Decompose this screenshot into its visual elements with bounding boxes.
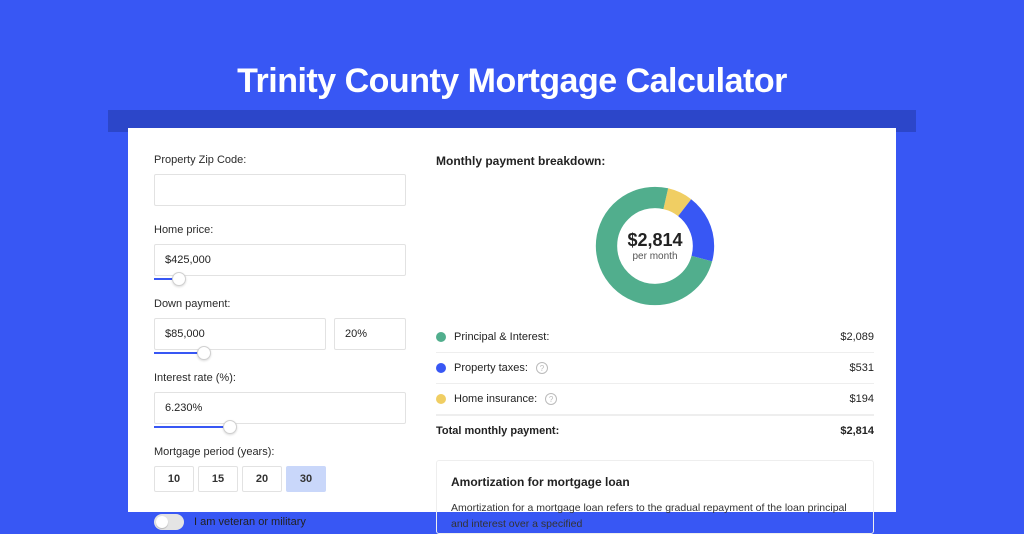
rate-group: Interest rate (%): (154, 372, 406, 428)
price-label: Home price: (154, 224, 406, 236)
breakdown-value-tax: $531 (850, 362, 874, 374)
veteran-toggle[interactable] (154, 514, 184, 530)
breakdown-label-tax: Property taxes: (454, 362, 528, 374)
price-input[interactable] (154, 244, 406, 276)
rate-slider-thumb[interactable] (223, 420, 237, 434)
breakdown-value-ins: $194 (850, 393, 874, 405)
down-amount-input[interactable] (154, 318, 326, 350)
period-label: Mortgage period (years): (154, 446, 406, 458)
period-group: Mortgage period (years): 10152030 (154, 446, 406, 492)
info-icon[interactable]: ? (536, 362, 548, 374)
down-slider-thumb[interactable] (197, 346, 211, 360)
breakdown-label-ins: Home insurance: (454, 393, 537, 405)
rate-label: Interest rate (%): (154, 372, 406, 384)
rate-slider[interactable] (154, 426, 406, 428)
legend-dot-ins (436, 394, 446, 404)
period-option-30[interactable]: 30 (286, 466, 326, 492)
amortization-card: Amortization for mortgage loan Amortizat… (436, 460, 874, 534)
page-title: Trinity County Mortgage Calculator (0, 0, 1024, 101)
breakdown-row-tax: Property taxes:? $531 (436, 353, 874, 384)
breakdown-panel: Monthly payment breakdown: $2,814 per mo… (436, 154, 874, 512)
price-slider-thumb[interactable] (172, 272, 186, 286)
price-group: Home price: (154, 224, 406, 280)
veteran-label: I am veteran or military (194, 516, 306, 528)
period-option-20[interactable]: 20 (242, 466, 282, 492)
breakdown-row-pi: Principal & Interest: $2,089 (436, 322, 874, 353)
zip-label: Property Zip Code: (154, 154, 406, 166)
veteran-row: I am veteran or military (154, 514, 406, 530)
zip-group: Property Zip Code: (154, 154, 406, 206)
donut-center-value: $2,814 (627, 230, 682, 251)
zip-input[interactable] (154, 174, 406, 206)
down-pct-input[interactable] (334, 318, 406, 350)
period-option-15[interactable]: 15 (198, 466, 238, 492)
total-label: Total monthly payment: (436, 425, 559, 437)
form-panel: Property Zip Code: Home price: Down paym… (154, 154, 406, 512)
calculator-card: Property Zip Code: Home price: Down paym… (128, 128, 896, 512)
legend-dot-tax (436, 363, 446, 373)
donut-center-sub: per month (632, 251, 677, 262)
down-label: Down payment: (154, 298, 406, 310)
total-row: Total monthly payment: $2,814 (436, 415, 874, 446)
price-slider[interactable] (154, 278, 406, 280)
amortization-body: Amortization for a mortgage loan refers … (451, 501, 859, 533)
breakdown-row-ins: Home insurance:? $194 (436, 384, 874, 415)
rate-input[interactable] (154, 392, 406, 424)
breakdown-value-pi: $2,089 (840, 331, 874, 343)
period-option-10[interactable]: 10 (154, 466, 194, 492)
breakdown-title: Monthly payment breakdown: (436, 154, 874, 168)
legend-dot-pi (436, 332, 446, 342)
amortization-title: Amortization for mortgage loan (451, 475, 859, 489)
breakdown-donut-chart: $2,814 per month (591, 182, 719, 310)
down-slider[interactable] (154, 352, 406, 354)
down-group: Down payment: (154, 298, 406, 354)
info-icon[interactable]: ? (545, 393, 557, 405)
breakdown-label-pi: Principal & Interest: (454, 331, 549, 343)
total-value: $2,814 (840, 425, 874, 437)
